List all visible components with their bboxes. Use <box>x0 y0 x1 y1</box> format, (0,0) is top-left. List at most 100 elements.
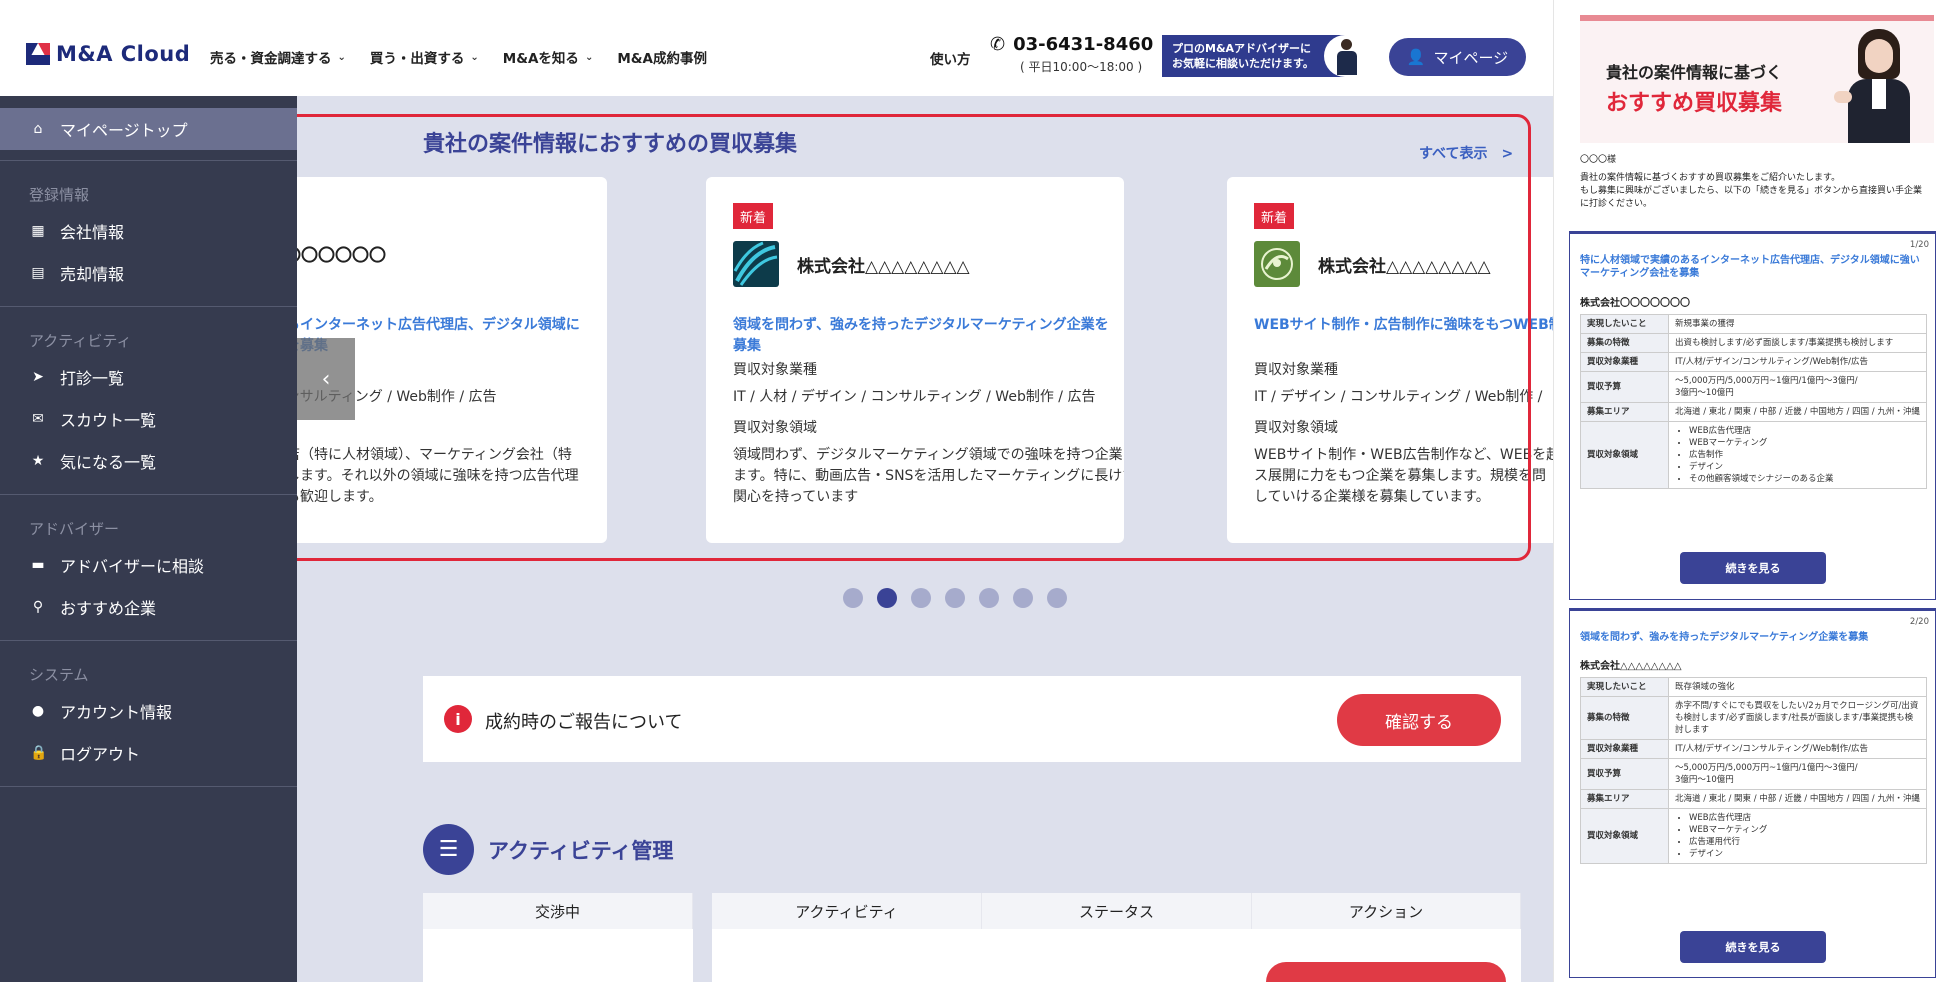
row-value: 北海道 / 東北 / 関東 / 中部 / 近畿 / 中国地方 / 四国 / 九州… <box>1668 402 1927 422</box>
logo[interactable]: M&A Cloud <box>26 42 190 66</box>
star-icon: ★ <box>31 453 45 469</box>
row-key: 買収対象領域 <box>1580 421 1669 489</box>
list-item: WEB広告代理店 <box>1689 812 1920 824</box>
sidebar-divider <box>0 640 297 641</box>
row-key: 買収対象業種 <box>1580 352 1669 372</box>
howto-link[interactable]: 使い方 <box>930 48 971 68</box>
sidebar-section-system: システム ● アカウント情報 🔒 ログアウト <box>0 664 297 774</box>
sidebar-item-inquiries[interactable]: ➤ 打診一覧 <box>0 356 297 398</box>
send-icon: ➤ <box>32 369 44 385</box>
info-icon: i <box>444 705 472 733</box>
person-icon: ● <box>31 703 45 719</box>
sidebar-item-favorites[interactable]: ★ 気になる一覧 <box>0 440 297 482</box>
confirm-button[interactable]: 確認する <box>1337 694 1501 746</box>
listing-title[interactable]: 特に人材領域で実績のあるインターネット広告代理店、デジタル領域に強いマーケティン… <box>1580 254 1925 280</box>
logo-text: M&A Cloud <box>56 42 191 66</box>
email-banner: 貴社の案件情報に基づく おすすめ買収募集 <box>1580 15 1934 143</box>
row-key: 募集エリア <box>1580 789 1669 809</box>
sidebar-item-label: 打診一覧 <box>60 369 125 388</box>
list-item: その他顧客領域でシナジーのある企業 <box>1689 473 1920 485</box>
row-value: 新規事業の獲得 <box>1668 314 1927 334</box>
row-key: 実現したいこと <box>1580 314 1669 334</box>
sidebar-divider <box>0 494 297 495</box>
read-more-button[interactable]: 続きを見る <box>1680 931 1826 963</box>
nav-cases[interactable]: M&A成約事例 <box>617 47 707 67</box>
sidebar-item-label: 会社情報 <box>60 223 125 242</box>
action-button-partial[interactable] <box>1266 962 1506 982</box>
row-key: 募集の特徴 <box>1580 696 1669 740</box>
activity-header: ☰ アクティビティ管理 <box>423 824 673 875</box>
mypage-button[interactable]: 👤 マイページ <box>1389 38 1526 76</box>
sidebar-divider <box>0 306 297 307</box>
main-content: 貴社の案件情報におすすめの買収募集 すべて表示 > 式会社〇〇〇〇〇〇〇 で実績… <box>297 96 1553 982</box>
row-value: 出資も検討します/必ず面談します/事業提携も検討します <box>1668 333 1927 353</box>
carousel-dot[interactable] <box>1047 588 1067 608</box>
carousel-dot[interactable] <box>843 588 863 608</box>
sidebar-item-label: スカウト一覧 <box>60 411 157 430</box>
person-icon: 👤 <box>1406 48 1426 66</box>
phone-number: 03-6431-8460 <box>1013 34 1154 55</box>
column-header-action: アクション <box>1252 893 1521 929</box>
sidebar-item-logout[interactable]: 🔒 ログアウト <box>0 732 297 774</box>
carousel-dot-active[interactable] <box>877 588 897 608</box>
sidebar-item-account[interactable]: ● アカウント情報 <box>0 690 297 732</box>
carousel-dot[interactable] <box>979 588 999 608</box>
row-key: 募集エリア <box>1580 402 1669 422</box>
list-item: 広告運用代行 <box>1689 836 1920 848</box>
listing-title[interactable]: 領域を問わず、強みを持ったデジタルマーケティング企業を募集 <box>1580 631 1925 644</box>
row-key: 買収予算 <box>1580 371 1669 403</box>
lock-icon: 🔒 <box>30 745 48 761</box>
nav-sell-label: 売る・資金調達する <box>210 51 332 67</box>
chat-icon: ▬ <box>31 557 45 573</box>
sidebar-item-mypage-top[interactable]: ⌂ マイページトップ <box>0 108 297 150</box>
table-row: 募集の特徴 赤字不問/すぐにでも買収をしたい/2ヵ月でクロージング可/出資も検討し… <box>1580 696 1927 740</box>
list-item: WEBマーケティング <box>1689 437 1920 449</box>
row-value: 赤字不問/すぐにでも買収をしたい/2ヵ月でクロージング可/出資も検討します/必ず… <box>1668 696 1927 740</box>
listing-details-table: 実現したいこと 既存領域の強化 募集の特徴 赤字不問/すぐにでも買収をしたい/2ヵ月… <box>1580 677 1927 864</box>
table-row: 募集の特徴 出資も検討します/必ず面談します/事業提携も検討します <box>1580 333 1927 353</box>
nav-sell[interactable]: 売る・資金調達する ⌄ <box>210 47 346 67</box>
sidebar-section-registration: 登録情報 ▦ 会社情報 ▤ 売却情報 <box>0 184 297 294</box>
row-value: IT/人材/デザイン/コンサルティング/Web制作/広告 <box>1668 352 1927 372</box>
sidebar-item-label: マイページトップ <box>60 121 188 140</box>
email-greeting: 〇〇〇様 <box>1580 155 1617 165</box>
row-value: 既存領域の強化 <box>1668 677 1927 697</box>
negotiating-table: 交渉中 <box>423 893 693 982</box>
sidebar-item-recommended[interactable]: ⚲ おすすめ企業 <box>0 586 297 628</box>
advisor-figure-icon <box>1324 35 1366 77</box>
closing-report-notice: i 成約時のご報告について 確認する <box>423 676 1521 762</box>
sidebar-section-activity: アクティビティ ➤ 打診一覧 ✉ スカウト一覧 ★ 気になる一覧 <box>0 330 297 482</box>
carousel-dot[interactable] <box>1013 588 1033 608</box>
email-listing-card: 2/20 領域を問わず、強みを持ったデジタルマーケティング企業を募集 株式会社△… <box>1569 608 1936 978</box>
table-row: 買収対象領域 WEB広告代理店 WEBマーケティング 広告運用代行 デザイン <box>1580 808 1927 864</box>
sidebar-item-label: ログアウト <box>60 745 141 764</box>
sidebar-item-advisor-consult[interactable]: ▬ アドバイザーに相談 <box>0 544 297 586</box>
app-root: M&A Cloud 売る・資金調達する ⌄ 買う・出資する ⌄ M&Aを知る ⌄ M&… <box>0 0 1950 982</box>
nav-learn-label: M&Aを知る <box>502 51 579 67</box>
row-value: 北海道 / 東北 / 関東 / 中部 / 近畿 / 中国地方 / 四国 / 九州… <box>1668 789 1927 809</box>
advisor-banner[interactable]: プロのM&Aアドバイザーに お気軽に相談いただけます。 <box>1162 35 1366 77</box>
email-intro: 貴社の案件情報に基づくおすすめ買収募集をご紹介いたします。 もし募集に興味がござ… <box>1580 173 1923 209</box>
main-nav: 売る・資金調達する ⌄ 買う・出資する ⌄ M&Aを知る ⌄ M&A成約事例 <box>210 47 707 67</box>
sidebar-item-sale-info[interactable]: ▤ 売却情報 <box>0 252 297 294</box>
carousel-dot[interactable] <box>945 588 965 608</box>
banner-subtitle: 貴社の案件情報に基づく <box>1606 63 1783 82</box>
chevron-down-icon: ⌄ <box>584 51 594 63</box>
list-item: デザイン <box>1689 461 1920 473</box>
list-item: WEB広告代理店 <box>1689 425 1920 437</box>
nav-learn[interactable]: M&Aを知る ⌄ <box>503 47 594 67</box>
company-name: 株式会社△△△△△△△△ <box>1580 661 1682 672</box>
phone-contact[interactable]: ✆ 03-6431-8460 ( 平日10:00～18:00 ) <box>990 34 1153 75</box>
read-more-button[interactable]: 続きを見る <box>1680 552 1826 584</box>
listing-counter: 2/20 <box>1909 617 1929 627</box>
table-row: 買収予算 〜5,000万円/5,000万円~1億円/1億円〜3億円/ 3億円〜10… <box>1580 758 1927 790</box>
carousel-dot[interactable] <box>911 588 931 608</box>
sidebar-item-scouts[interactable]: ✉ スカウト一覧 <box>0 398 297 440</box>
sidebar-item-company-info[interactable]: ▦ 会社情報 <box>0 210 297 252</box>
sidebar-item-label: アドバイザーに相談 <box>60 557 205 576</box>
row-key: 買収対象業種 <box>1580 739 1669 759</box>
logo-mark-icon <box>26 43 50 65</box>
chevron-down-icon: ⌄ <box>337 51 346 63</box>
nav-buy[interactable]: 買う・出資する ⌄ <box>370 47 479 67</box>
row-value: 〜5,000万円/5,000万円~1億円/1億円〜3億円/ 3億円〜10億円 <box>1668 758 1927 790</box>
